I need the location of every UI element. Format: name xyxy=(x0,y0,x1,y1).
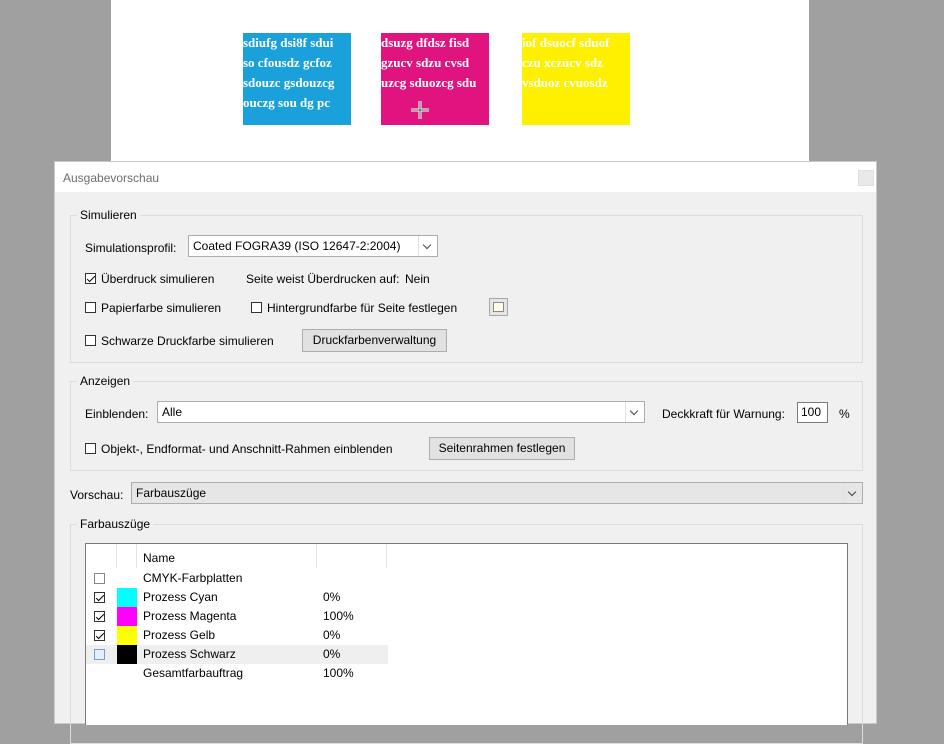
separations-list: Name CMYK-Farbplatten Prozess Cyan 0% Pr… xyxy=(85,543,848,725)
yellow-text-line: iof dsuocf sduof xyxy=(522,35,610,50)
separations-legend: Farbauszüge xyxy=(77,517,154,531)
bg-color-picker[interactable] xyxy=(489,298,508,316)
preview-value: Farbauszüge xyxy=(136,486,207,500)
warning-opacity-label: Deckkraft für Warnung: xyxy=(662,407,785,421)
paper-color-checkbox[interactable] xyxy=(85,302,96,313)
row-name: Prozess Schwarz xyxy=(143,647,236,661)
row-name: Gesamtfarbauftrag xyxy=(143,666,244,680)
list-item[interactable]: Prozess Cyan 0% xyxy=(86,588,388,607)
close-button[interactable] xyxy=(858,170,874,186)
column-divider xyxy=(386,544,387,568)
cyan-text-line: sdouzc gsdouzcg xyxy=(243,75,335,90)
bg-color-swatch xyxy=(493,302,504,312)
list-item[interactable]: Prozess Schwarz 0% xyxy=(86,645,388,664)
cyan-swatch xyxy=(117,588,137,607)
list-item[interactable]: Prozess Gelb 0% xyxy=(86,626,388,645)
chevron-down-icon xyxy=(418,236,437,256)
column-divider xyxy=(136,544,137,568)
warning-opacity-input[interactable]: 100 xyxy=(797,402,828,423)
magenta-text-line: dsuzg dfdsz fisd xyxy=(381,35,470,50)
list-item[interactable]: CMYK-Farbplatten xyxy=(86,569,388,588)
row-name: CMYK-Farbplatten xyxy=(143,571,243,585)
overprint-checkbox[interactable] xyxy=(85,273,96,284)
cyan-text-box: sdiufg dsi8f sdui so cfousdz gcfoz sdouz… xyxy=(243,33,351,125)
yellow-swatch xyxy=(117,626,137,645)
preview-select[interactable]: Farbauszüge xyxy=(131,482,863,504)
cyan-text-line: so cfousdz gcfoz xyxy=(243,55,332,70)
simulate-legend: Simulieren xyxy=(77,208,140,222)
black-ink-checkbox[interactable] xyxy=(85,335,96,346)
yellow-text-box: iof dsuocf sduof czu xczucv sdz vsduoz c… xyxy=(522,33,630,125)
frames-label: Objekt-, Endformat- und Anschnitt-Rahmen… xyxy=(101,442,393,456)
cyan-text-line: ouczg sou dg pc xyxy=(243,95,331,110)
bg-color-label: Hintergrundfarbe für Seite festlegen xyxy=(267,301,458,315)
show-select[interactable]: Alle xyxy=(157,401,645,423)
list-item: Gesamtfarbauftrag 100% xyxy=(86,664,388,683)
row-percent: 0% xyxy=(323,647,341,661)
yellow-text-line: vsduoz cvuosdz xyxy=(522,75,608,90)
chevron-down-icon xyxy=(843,483,862,503)
crosshair-cursor-icon xyxy=(411,101,429,119)
output-preview-dialog: Ausgabevorschau Simulieren Simulationspr… xyxy=(54,161,877,744)
magenta-text-line: uzcg sduozcg sdu xyxy=(381,75,477,90)
magenta-text-line: gzucv sdzu cvsd xyxy=(381,55,470,70)
column-divider xyxy=(116,544,117,568)
paper-color-label: Papierfarbe simulieren xyxy=(101,301,222,315)
row-checkbox[interactable] xyxy=(94,592,105,603)
bg-color-checkbox[interactable] xyxy=(251,302,262,313)
dialog-titlebar: Ausgabevorschau xyxy=(55,162,876,192)
row-percent: 0% xyxy=(323,628,341,642)
preview-label: Vorschau: xyxy=(70,488,124,502)
column-header-name[interactable]: Name xyxy=(143,551,175,565)
sim-profile-label: Simulationsprofil: xyxy=(85,241,177,255)
column-divider xyxy=(316,544,317,568)
sim-profile-select[interactable]: Coated FOGRA39 (ISO 12647-2:2004) xyxy=(188,235,438,257)
magenta-swatch xyxy=(117,607,137,626)
row-checkbox[interactable] xyxy=(94,573,105,584)
frames-checkbox[interactable] xyxy=(85,443,96,454)
page-frames-button[interactable]: Seitenrahmen festlegen xyxy=(429,437,575,460)
overprint-label: Überdruck simulieren xyxy=(101,272,215,286)
ink-manager-button[interactable]: Druckfarbenverwaltung xyxy=(302,329,447,352)
sim-profile-value: Coated FOGRA39 (ISO 12647-2:2004) xyxy=(193,239,401,253)
row-name: Prozess Cyan xyxy=(143,590,218,604)
black-ink-label: Schwarze Druckfarbe simulieren xyxy=(101,334,274,348)
magenta-text-box: dsuzg dfdsz fisd gzucv sdzu cvsd uzcg sd… xyxy=(381,33,489,125)
row-percent: 100% xyxy=(323,609,354,623)
cyan-text-line: sdiufg dsi8f sdui xyxy=(243,35,334,50)
yellow-text-line: czu xczucv sdz xyxy=(522,55,603,70)
row-percent: 100% xyxy=(323,666,354,680)
page-overprint-label: Seite weist Überdrucken auf: xyxy=(246,272,400,286)
page-overprint-value: Nein xyxy=(405,272,430,286)
show-value: Alle xyxy=(162,405,183,419)
dialog-title: Ausgabevorschau xyxy=(63,171,160,185)
row-checkbox[interactable] xyxy=(94,630,105,641)
show-label: Einblenden: xyxy=(85,407,149,421)
display-legend: Anzeigen xyxy=(77,374,134,388)
row-name: Prozess Magenta xyxy=(143,609,237,623)
row-percent: 0% xyxy=(323,590,341,604)
list-item[interactable]: Prozess Magenta 100% xyxy=(86,607,388,626)
row-checkbox[interactable] xyxy=(94,649,105,660)
percent-unit: % xyxy=(839,407,850,421)
chevron-down-icon xyxy=(625,402,644,422)
black-swatch xyxy=(117,645,137,664)
row-checkbox[interactable] xyxy=(94,611,105,622)
row-name: Prozess Gelb xyxy=(143,628,216,642)
